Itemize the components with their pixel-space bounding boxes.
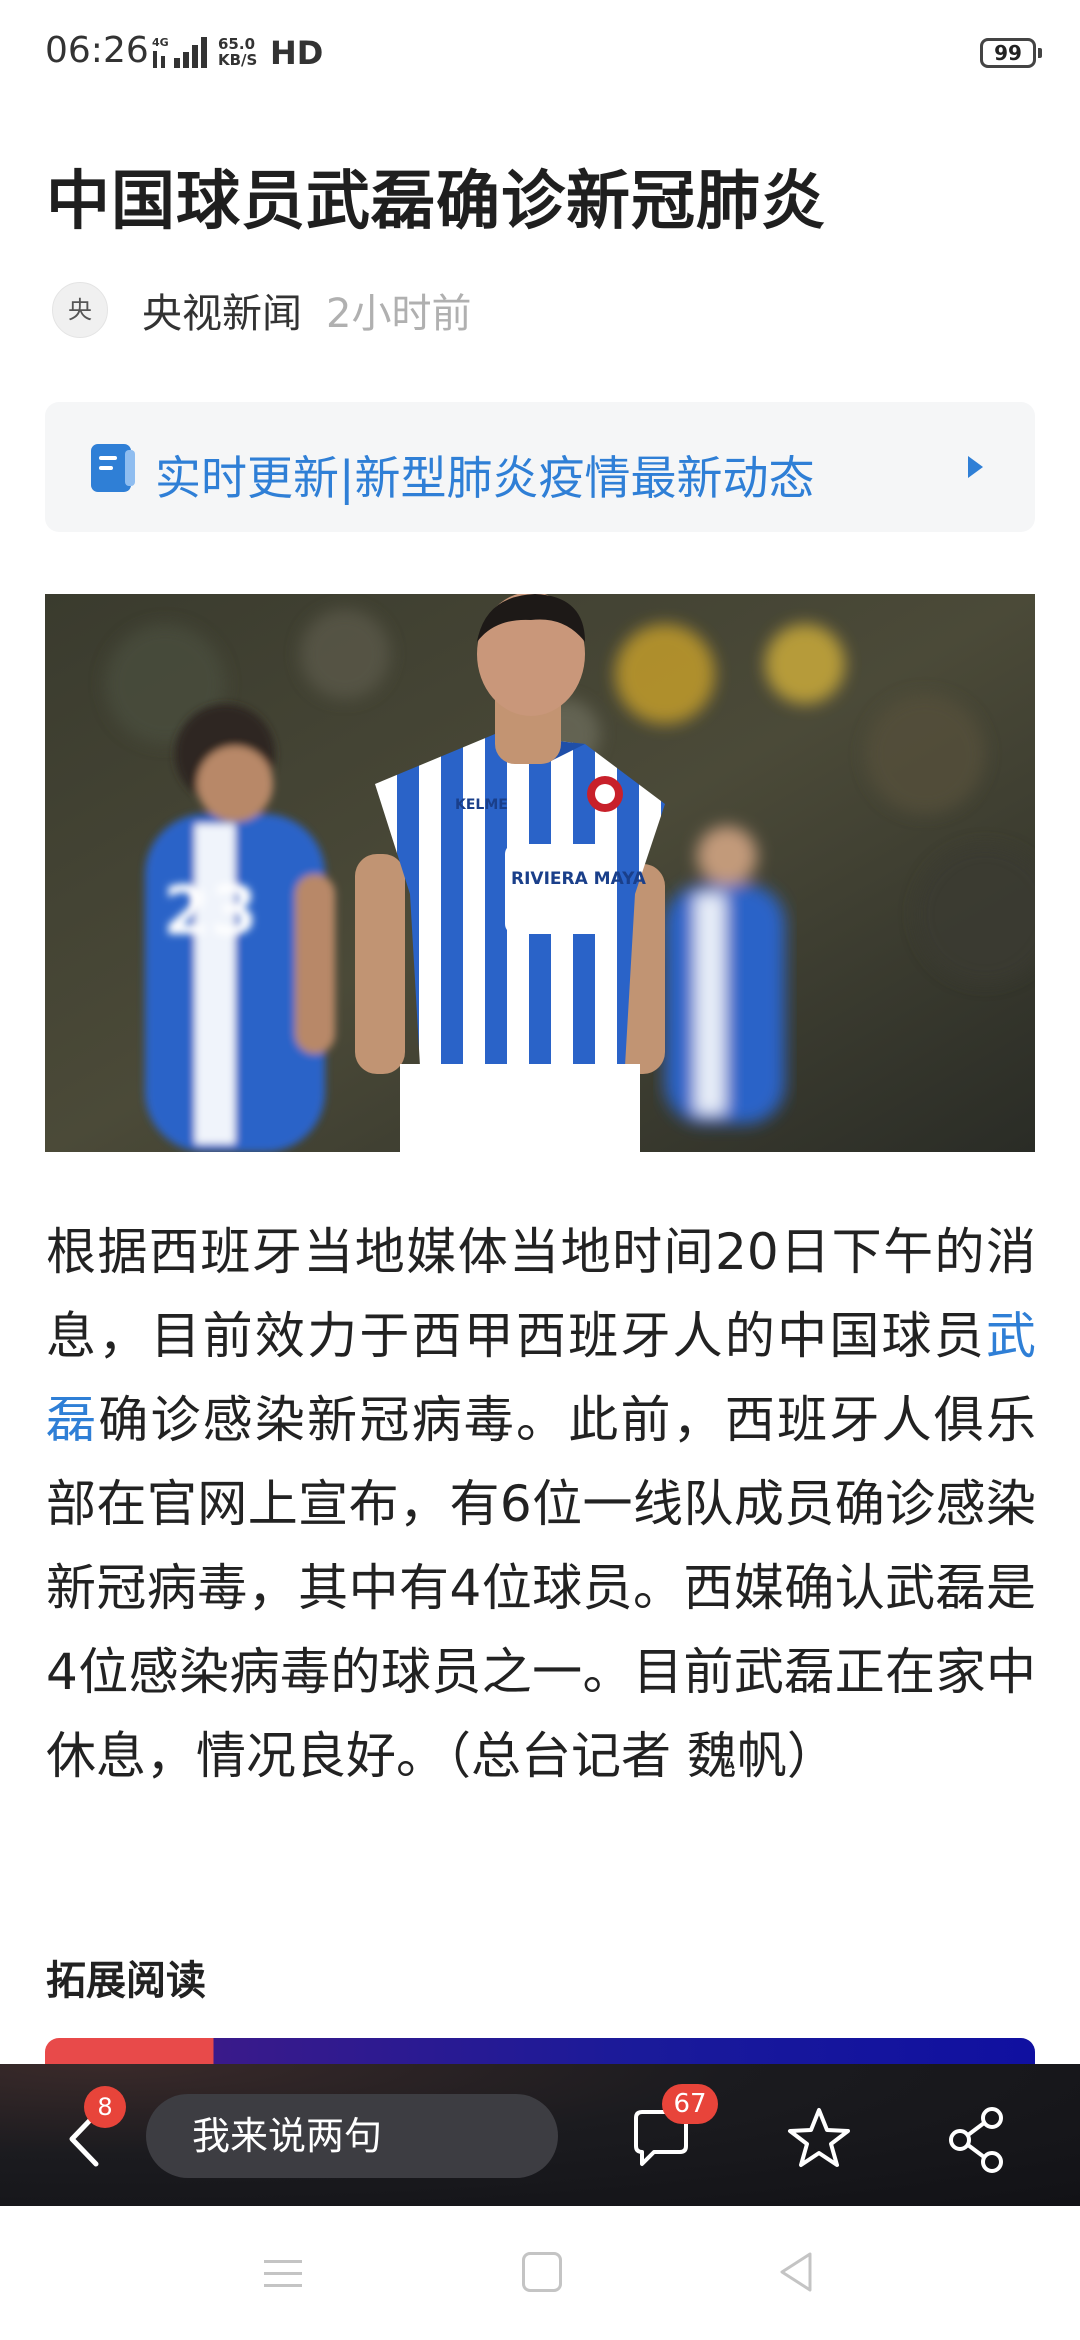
comment-count-badge: 67 (662, 2084, 718, 2124)
body-text-1: 根据西班牙当地媒体当地时间20日下午的消息，目前效力于西甲西班牙人的中国球员 (46, 1223, 1036, 1365)
source-name[interactable]: 央视新闻 (142, 281, 302, 339)
hd-indicator: HD (270, 34, 324, 72)
network-speed: 65.0 KB/S (218, 36, 268, 68)
bottom-action-bar: 8 我来说两句 67 (0, 2064, 1080, 2206)
network-speed-unit: KB/S (218, 51, 258, 69)
related-reading-heading: 拓展阅读 (46, 1958, 206, 2004)
signal-icon: 4G (152, 36, 207, 68)
battery-level: 99 (994, 41, 1022, 65)
network-label: 4G (152, 36, 169, 49)
article-photo[interactable]: 23 RIVIERA MAYA KELME (45, 594, 1035, 1152)
article-body: 根据西班牙当地媒体当地时间20日下午的消息，目前效力于西甲西班牙人的中国球员武磊… (46, 1210, 1036, 1798)
play-arrow-icon (968, 456, 983, 478)
nav-back-icon[interactable] (776, 2250, 816, 2294)
publish-time: 2小时前 (326, 291, 472, 337)
live-update-text: 实时更新|新型肺炎疫情最新动态 (155, 451, 815, 505)
article-title: 中国球员武磊确诊新冠肺炎 (46, 165, 826, 239)
shirt-sponsor: RIVIERA MAYA (511, 869, 647, 889)
status-time: 06:26 (45, 30, 149, 71)
system-nav-bar (0, 2206, 1080, 2340)
football-photo-illustration: 23 RIVIERA MAYA KELME (45, 594, 1035, 1152)
background-player-number: 23 (163, 872, 258, 951)
shirt-brand: KELME (455, 797, 508, 813)
document-icon (91, 444, 135, 492)
source-row: 央 央视新闻 2小时前 (52, 280, 471, 340)
comment-input[interactable]: 我来说两句 (146, 2094, 558, 2178)
back-badge: 8 (84, 2086, 126, 2128)
source-avatar[interactable]: 央 (52, 282, 108, 338)
home-icon[interactable] (522, 2252, 562, 2292)
menu-icon[interactable] (262, 2256, 304, 2292)
battery-icon: 99 (980, 38, 1042, 68)
live-update-banner[interactable]: 实时更新|新型肺炎疫情最新动态 (45, 402, 1035, 532)
share-icon[interactable] (946, 2104, 1010, 2174)
status-bar: 06:26 4G 65.0 KB/S HD 99 (0, 0, 1080, 108)
body-text-2: 确诊感染新冠病毒。此前，西班牙人俱乐部在官网上宣布，有6位一线队成员确诊感染新冠… (46, 1391, 1037, 1785)
network-speed-value: 65.0 (218, 35, 256, 53)
star-icon[interactable] (784, 2104, 854, 2174)
